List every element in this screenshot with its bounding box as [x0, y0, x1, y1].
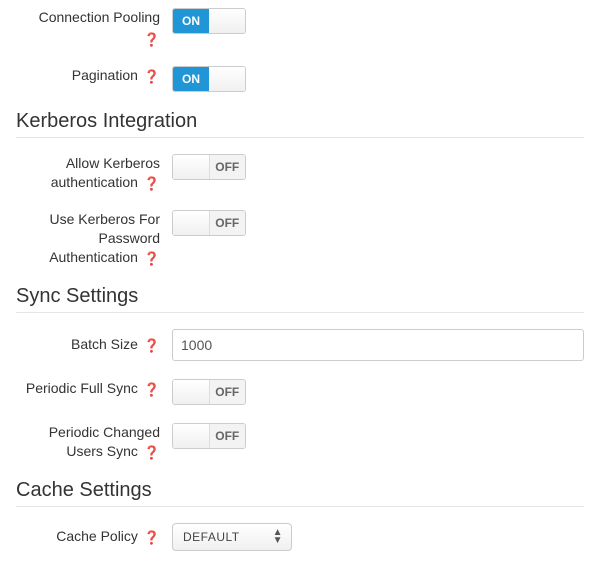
help-icon[interactable]: ❓ [144, 252, 160, 265]
kerberos-section-title: Kerberos Integration [16, 110, 584, 133]
help-icon[interactable]: ❓ [144, 383, 160, 396]
sync-section-title: Sync Settings [16, 285, 584, 308]
cache-section-title: Cache Settings [16, 479, 584, 502]
pagination-toggle[interactable]: ON [172, 66, 246, 92]
pagination-label: Pagination ❓ [16, 66, 172, 85]
periodic-full-sync-toggle[interactable]: OFF [172, 379, 246, 405]
allow-kerberos-toggle[interactable]: OFF [172, 154, 246, 180]
allow-kerberos-label: Allow Kerberos authentication ❓ [16, 154, 172, 192]
periodic-changed-sync-label: Periodic Changed Users Sync ❓ [16, 423, 172, 461]
batch-size-input[interactable] [172, 329, 584, 361]
cache-policy-select[interactable]: DEFAULT ▲▼ [172, 523, 292, 551]
batch-size-label: Batch Size ❓ [16, 335, 172, 354]
help-icon[interactable]: ❓ [16, 31, 160, 49]
help-icon[interactable]: ❓ [144, 177, 160, 190]
use-kerberos-password-label: Use Kerberos For Password Authentication… [16, 210, 172, 267]
section-divider [16, 137, 584, 138]
select-stepper-icon: ▲▼ [273, 529, 283, 545]
connection-pooling-toggle[interactable]: ON [172, 8, 246, 34]
periodic-changed-sync-toggle[interactable]: OFF [172, 423, 246, 449]
help-icon[interactable]: ❓ [144, 339, 160, 352]
use-kerberos-password-toggle[interactable]: OFF [172, 210, 246, 236]
cache-policy-label: Cache Policy ❓ [16, 527, 172, 546]
periodic-full-sync-label: Periodic Full Sync ❓ [16, 379, 172, 398]
help-icon[interactable]: ❓ [144, 531, 160, 544]
section-divider [16, 506, 584, 507]
section-divider [16, 312, 584, 313]
help-icon[interactable]: ❓ [144, 70, 160, 83]
connection-pooling-label: Connection Pooling ❓ [16, 8, 172, 48]
help-icon[interactable]: ❓ [144, 446, 160, 459]
cache-policy-value: DEFAULT [183, 530, 240, 544]
